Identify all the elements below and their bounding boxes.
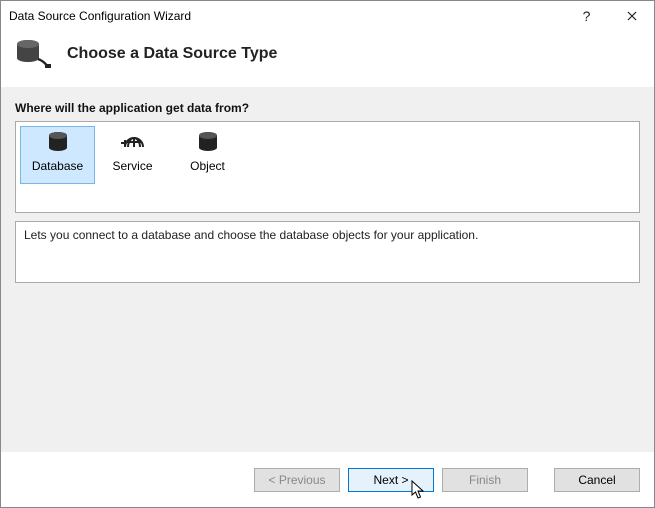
source-type-list: Database Service Object	[15, 121, 640, 213]
description-box: Lets you connect to a database and choos…	[15, 221, 640, 283]
wizard-heading: Choose a Data Source Type	[67, 45, 277, 63]
database-header-icon	[15, 39, 49, 69]
titlebar: Data Source Configuration Wizard ?	[1, 1, 654, 31]
type-option-database[interactable]: Database	[20, 126, 95, 184]
type-label-object: Object	[190, 159, 225, 173]
prompt-label: Where will the application get data from…	[15, 101, 640, 115]
wizard-content: Where will the application get data from…	[1, 87, 654, 452]
wizard-header: Choose a Data Source Type	[1, 31, 654, 87]
description-text: Lets you connect to a database and choos…	[24, 228, 478, 242]
window-title: Data Source Configuration Wizard	[9, 9, 564, 23]
database-icon	[47, 131, 69, 153]
type-label-database: Database	[32, 159, 83, 173]
service-icon	[121, 131, 145, 153]
wizard-footer: < Previous Next > Finish Cancel	[1, 452, 654, 507]
type-option-service[interactable]: Service	[95, 126, 170, 184]
close-icon	[627, 11, 637, 21]
help-button[interactable]: ?	[564, 1, 609, 31]
cancel-button[interactable]: Cancel	[554, 468, 640, 492]
object-icon	[197, 131, 219, 153]
finish-button: Finish	[442, 468, 528, 492]
next-button[interactable]: Next >	[348, 468, 434, 492]
close-button[interactable]	[609, 1, 654, 31]
type-label-service: Service	[112, 159, 152, 173]
previous-button: < Previous	[254, 468, 340, 492]
type-option-object[interactable]: Object	[170, 126, 245, 184]
